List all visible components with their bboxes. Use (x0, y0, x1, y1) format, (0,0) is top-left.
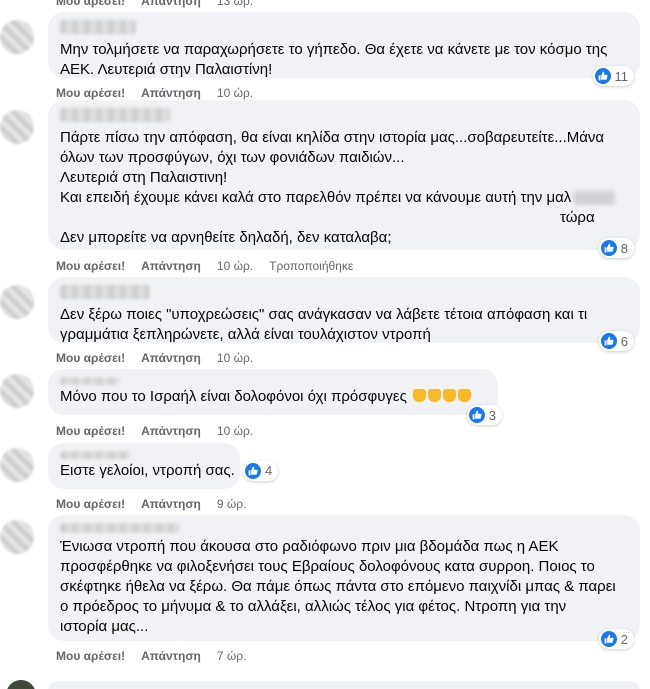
like-link[interactable]: Μου αρέσει! (56, 259, 125, 273)
reaction-count[interactable]: 3 (466, 405, 502, 425)
redacted-text (573, 191, 616, 206)
like-link[interactable]: Μου αρέσει! (56, 351, 125, 365)
comment-text: Ειστε γελοίοι, ντροπή σας. 4 (60, 461, 279, 482)
next-comment-avatar[interactable] (6, 680, 36, 689)
like-reaction-icon (594, 68, 611, 84)
comment-text: Δεν ξέρω ποιες "υποχρεώσεις" σας ανάγκασ… (60, 306, 588, 343)
comment-bubble: Μόνο που το Ισραήλ είναι δολοφόνοι όχι π… (48, 369, 502, 425)
author-name[interactable] (60, 108, 170, 122)
author-name[interactable] (60, 285, 150, 299)
thumbs-down-emoji-icon (443, 389, 456, 402)
comment-time: 13 ώρ. (216, 0, 254, 8)
comment-bubble: Ειστε γελοίοι, ντροπή σας. 4 (48, 443, 279, 489)
like-reaction-icon (468, 407, 485, 423)
author-name[interactable] (60, 523, 180, 533)
reaction-count[interactable]: 11 (592, 66, 634, 86)
comment-time[interactable]: 10 ώρ. (217, 259, 253, 273)
previous-comment-actions: Μου αρέσει! Απάντηση 13 ώρ. (56, 0, 253, 8)
next-comment-bubble (48, 681, 640, 689)
author-name[interactable] (60, 377, 120, 385)
like-link[interactable]: Μου αρέσει! (56, 0, 125, 8)
comment-text: Μόνο που το Ισραήλ είναι δολοφόνοι όχι π… (60, 387, 486, 407)
avatar[interactable] (0, 448, 34, 482)
reply-link[interactable]: Απάντηση (141, 351, 201, 365)
like-link[interactable]: Μου αρέσει! (56, 424, 125, 438)
reaction-count[interactable]: 6 (598, 331, 634, 351)
avatar[interactable] (0, 20, 34, 54)
like-link[interactable]: Μου αρέσει! (56, 649, 125, 663)
comment-actions: Μου αρέσει! Απάντηση 10 ώρ. (56, 351, 253, 365)
comment-time[interactable]: 10 ώρ. (217, 86, 253, 100)
like-reaction-icon (600, 333, 617, 349)
reply-link[interactable]: Απάντηση (141, 649, 201, 663)
reply-link[interactable]: Απάντηση (141, 0, 201, 8)
edited-label[interactable]: Τροποποιήθηκε (269, 259, 353, 273)
thumbs-down-emoji-icon (458, 389, 471, 402)
comment-time[interactable]: 10 ώρ. (217, 424, 253, 438)
comment-actions: Μου αρέσει! Απάντηση 9 ώρ. (56, 497, 246, 511)
comment-bubble: Δεν ξέρω ποιες "υποχρεώσεις" σας ανάγκασ… (48, 277, 640, 351)
comment-time[interactable]: 10 ώρ. (217, 351, 253, 365)
avatar[interactable] (0, 110, 34, 144)
comment-text: Ένιωσα ντροπή που άκουσα στο ραδιόφωνο π… (60, 538, 616, 635)
reply-link[interactable]: Απάντηση (141, 424, 201, 438)
reply-link[interactable]: Απάντηση (141, 259, 201, 273)
author-name[interactable] (60, 451, 130, 459)
comment-text: Μην τολμήσετε να παραχωρήσετε το γήπεδο.… (60, 41, 608, 78)
comment-actions: Μου αρέσει! Απάντηση 10 ώρ. Τροποποιήθηκ… (56, 259, 353, 273)
comment-time[interactable]: 9 ώρ. (217, 497, 247, 511)
comment-text: Πάρτε πίσω την απόφαση, θα είναι κηλίδα … (60, 128, 628, 248)
like-reaction-icon (600, 240, 617, 256)
comment-actions: Μου αρέσει! Απάντηση 7 ώρ. (56, 649, 246, 663)
like-reaction-icon (244, 463, 261, 480)
avatar[interactable] (0, 285, 34, 319)
author-name[interactable] (60, 20, 136, 34)
like-link[interactable]: Μου αρέσει! (56, 497, 125, 511)
thumbs-down-emoji-icon (428, 389, 441, 402)
reaction-count[interactable]: 4 (242, 461, 279, 482)
comment-bubble: Πάρτε πίσω την απόφαση, θα είναι κηλίδα … (48, 100, 640, 258)
comment-actions: Μου αρέσει! Απάντηση 10 ώρ. (56, 86, 253, 100)
thumbs-down-emoji-icon (413, 389, 426, 402)
comment-bubble: Ένιωσα ντροπή που άκουσα στο ραδιόφωνο π… (48, 515, 640, 649)
avatar[interactable] (0, 520, 34, 554)
like-link[interactable]: Μου αρέσει! (56, 86, 125, 100)
reaction-count[interactable]: 8 (598, 238, 634, 258)
comment-time[interactable]: 7 ώρ. (217, 649, 247, 663)
reply-link[interactable]: Απάντηση (141, 497, 201, 511)
like-reaction-icon (600, 631, 617, 647)
avatar[interactable] (0, 374, 34, 408)
comment-actions: Μου αρέσει! Απάντηση 10 ώρ. (56, 424, 253, 438)
reaction-count[interactable]: 2 (598, 629, 634, 649)
reply-link[interactable]: Απάντηση (141, 86, 201, 100)
comment-bubble: Μην τολμήσετε να παραχωρήσετε το γήπεδο.… (48, 12, 640, 86)
